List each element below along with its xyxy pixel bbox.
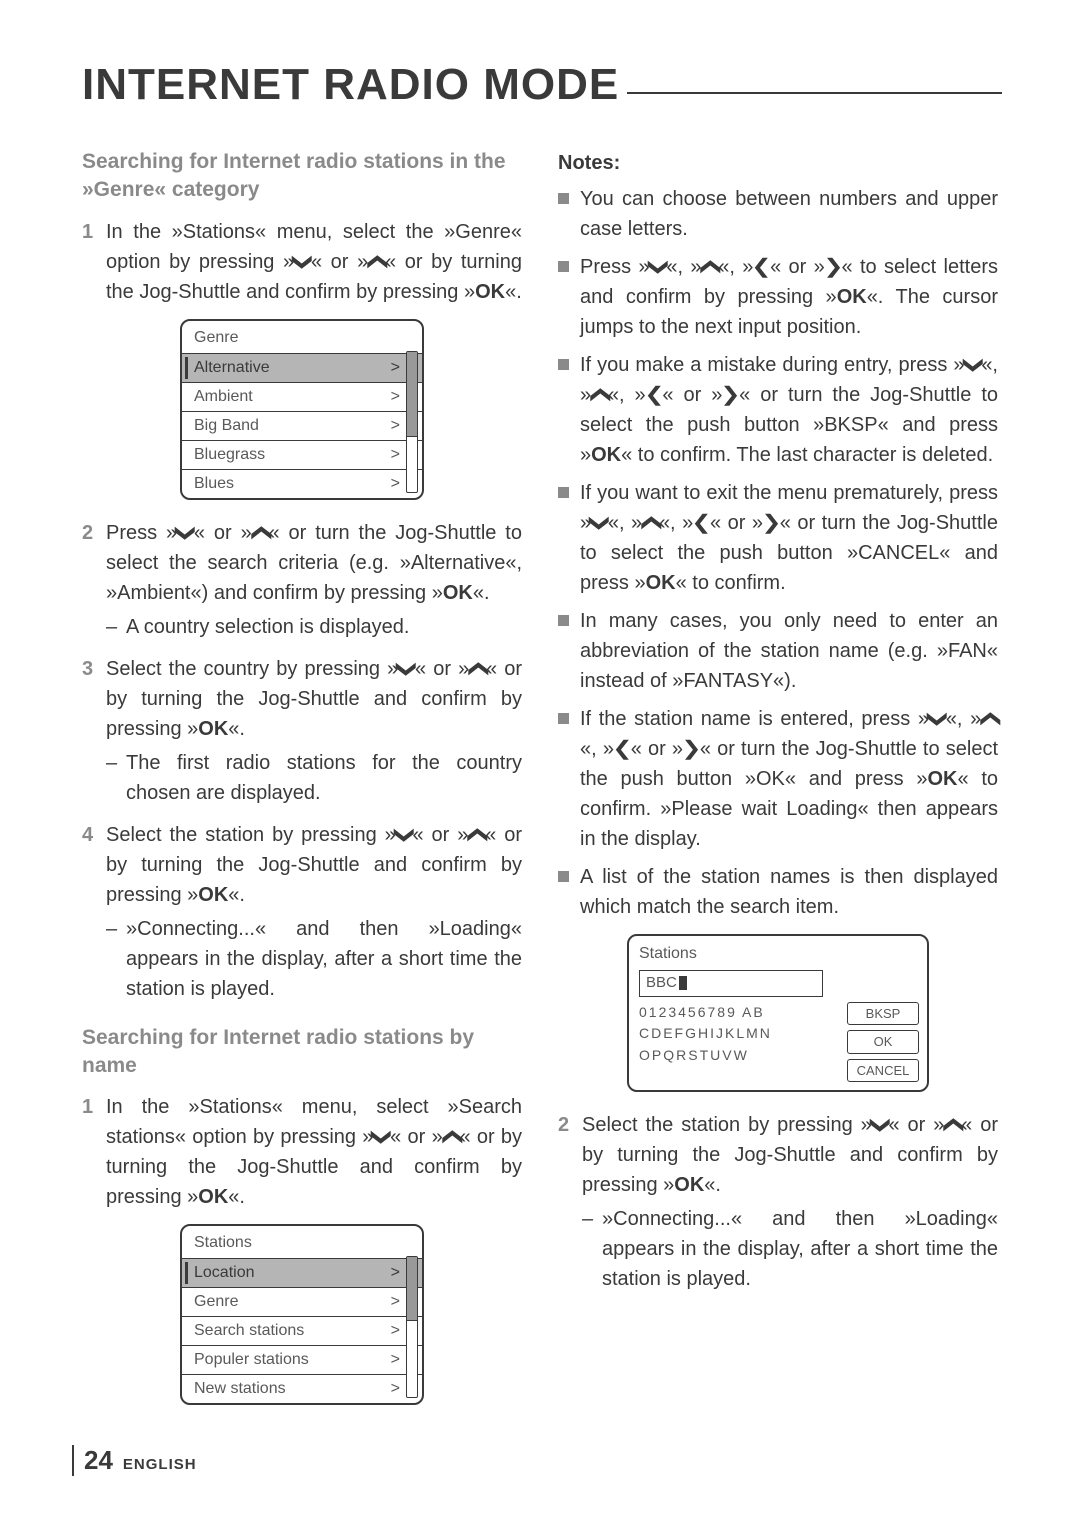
entry-value: BBC — [646, 972, 677, 995]
sub-note: A country selection is displayed. — [106, 612, 522, 642]
scrollbar — [406, 351, 418, 493]
down-icon: ❯ — [922, 709, 952, 729]
down-icon: ❯ — [585, 513, 615, 533]
menu-row: Populer stations> — [182, 1345, 422, 1374]
ok-button: OK — [847, 1030, 919, 1054]
right-icon: ❯ — [761, 508, 781, 538]
menu-row: Bluegrass> — [182, 440, 422, 469]
down-icon: ❯ — [288, 252, 318, 272]
left-icon: ❮ — [612, 734, 632, 764]
step-1b: 1 In the »Stations« menu, select »Search… — [82, 1092, 522, 1212]
ok-label: OK — [646, 572, 676, 594]
ok-label: OK — [837, 286, 867, 308]
menu-title: Genre — [182, 321, 422, 353]
text-entry-field: BBC — [639, 970, 823, 997]
menu-row: Alternative> — [182, 353, 422, 382]
down-icon: ❯ — [367, 1127, 397, 1147]
page-number: 24 — [84, 1445, 113, 1476]
step-num: 2 — [558, 1110, 569, 1140]
note-item: A list of the station names is then disp… — [558, 862, 998, 922]
up-icon: ❯ — [245, 523, 275, 543]
stations-menu: Stations Location> Genre> Search station… — [180, 1224, 424, 1405]
menu-row: Big Band> — [182, 411, 422, 440]
up-icon: ❯ — [636, 513, 666, 533]
title-rule — [627, 92, 1002, 94]
note-item: In many cases, you only need to enter an… — [558, 606, 998, 696]
search-title: Stations — [639, 942, 919, 966]
menu-row: Search stations> — [182, 1316, 422, 1345]
step-num: 4 — [82, 820, 93, 850]
menu-row: New stations> — [182, 1374, 422, 1403]
step-3: 3 Select the country by pressing »❯« or … — [82, 654, 522, 808]
step-num: 1 — [82, 217, 93, 247]
cancel-button: CANCEL — [847, 1059, 919, 1083]
sub-note: »Connecting...« and then »Loading« appea… — [582, 1204, 998, 1294]
left-icon: ❮ — [644, 380, 664, 410]
ok-label: OK — [443, 582, 473, 604]
right-icon: ❯ — [823, 252, 843, 282]
step-num: 2 — [82, 518, 93, 548]
subhead-name: Searching for Internet radio stations by… — [82, 1024, 522, 1081]
sub-note: The first radio stations for the country… — [106, 748, 522, 808]
up-icon: ❯ — [462, 825, 492, 845]
left-icon: ❮ — [752, 252, 772, 282]
page-title: INTERNET RADIO MODE — [82, 60, 1002, 110]
scroll-thumb — [407, 352, 417, 437]
down-icon: ❯ — [865, 1115, 895, 1135]
up-icon: ❯ — [938, 1115, 968, 1135]
step-num: 1 — [82, 1092, 93, 1122]
down-icon: ❯ — [171, 523, 201, 543]
left-icon: ❮ — [692, 508, 712, 538]
up-icon: ❯ — [463, 659, 493, 679]
ok-label: OK — [928, 768, 958, 790]
down-icon: ❯ — [389, 825, 419, 845]
right-column: Notes: You can choose between numbers an… — [558, 148, 998, 1423]
up-icon: ❯ — [585, 385, 615, 405]
note-item: You can choose between numbers and upper… — [558, 184, 998, 244]
right-icon: ❯ — [681, 734, 701, 764]
page-footer: 24 ENGLISH — [72, 1445, 197, 1476]
menu-row: Location> — [182, 1258, 422, 1287]
down-icon: ❯ — [643, 257, 673, 277]
menu-row: Ambient> — [182, 382, 422, 411]
title-text: INTERNET RADIO MODE — [82, 60, 619, 110]
up-icon: ❯ — [695, 257, 725, 277]
ok-label: OK — [674, 1174, 704, 1196]
right-icon: ❯ — [721, 380, 741, 410]
step-2: 2 Press »❯« or »❯« or turn the Jog-Shutt… — [82, 518, 522, 642]
menu-row: Genre> — [182, 1287, 422, 1316]
ok-label: OK — [591, 444, 621, 466]
note-item: If you want to exit the menu prematurely… — [558, 478, 998, 598]
down-icon: ❯ — [392, 659, 422, 679]
ok-label: OK — [198, 1186, 228, 1208]
char-grid: 0123456789 AB CDEFGHIJKLMN OPQRSTUVW — [639, 1002, 837, 1083]
scroll-thumb — [407, 1257, 417, 1321]
subhead-genre: Searching for Internet radio stations in… — [82, 148, 522, 205]
ok-label: OK — [475, 281, 505, 303]
menu-title: Stations — [182, 1226, 422, 1258]
step-2-right: 2 Select the station by pressing »❯« or … — [558, 1110, 998, 1294]
search-entry-display: Stations BBC 0123456789 AB CDEFGHIJKLMN … — [627, 934, 929, 1092]
bksp-button: BKSP — [847, 1002, 919, 1026]
step-4: 4 Select the station by pressing »❯« or … — [82, 820, 522, 1004]
note-item: If you make a mistake during entry, pres… — [558, 350, 998, 470]
text-cursor-icon — [679, 976, 687, 990]
language-label: ENGLISH — [123, 1456, 197, 1473]
ok-label: OK — [198, 718, 228, 740]
menu-row: Blues> — [182, 469, 422, 498]
ok-label: OK — [198, 884, 228, 906]
notes-heading: Notes: — [558, 148, 998, 178]
note-item: Press »❯«, »❯«, »❮« or »❯« to select let… — [558, 252, 998, 342]
up-icon: ❯ — [436, 1127, 466, 1147]
step-num: 3 — [82, 654, 93, 684]
up-icon: ❯ — [362, 252, 392, 272]
step-1: 1 In the »Stations« menu, select the »Ge… — [82, 217, 522, 307]
note-item: If the station name is entered, press »❯… — [558, 704, 998, 854]
genre-menu: Genre Alternative> Ambient> Big Band> Bl… — [180, 319, 424, 500]
scrollbar — [406, 1256, 418, 1398]
sub-note: »Connecting...« and then »Loading« appea… — [106, 914, 522, 1004]
left-column: Searching for Internet radio stations in… — [82, 148, 522, 1423]
up-icon: ❯ — [975, 709, 1005, 729]
down-icon: ❯ — [958, 355, 988, 375]
